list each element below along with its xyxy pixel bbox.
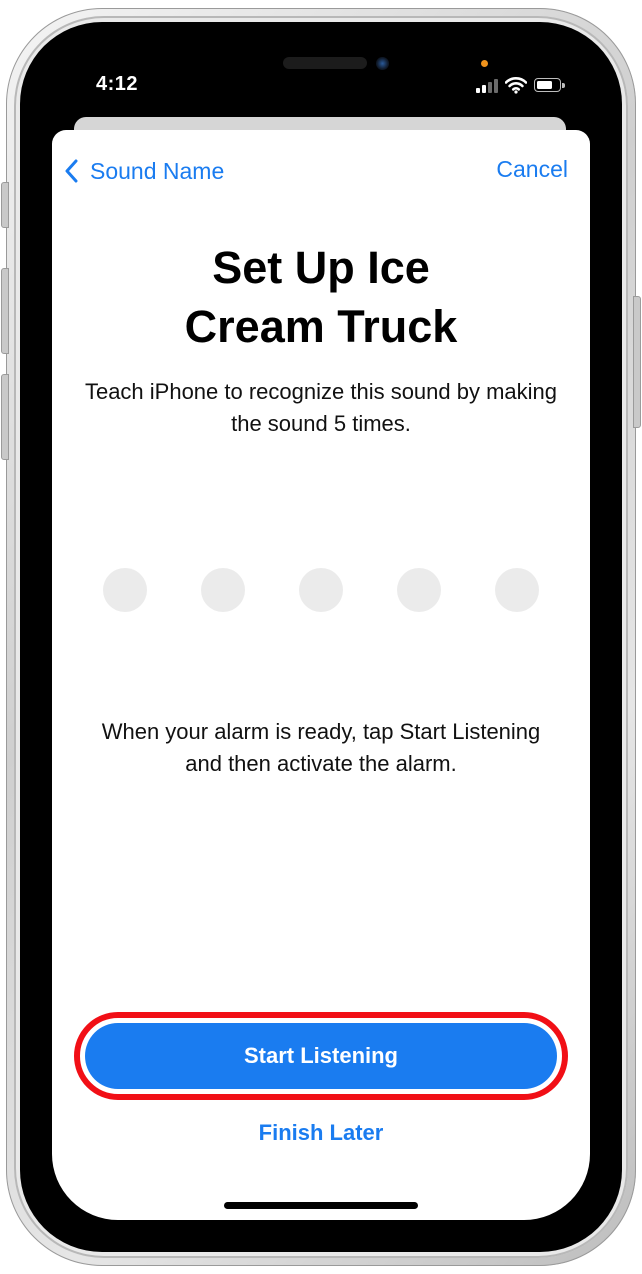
sample-dot-5 bbox=[495, 568, 539, 612]
back-button[interactable]: Sound Name bbox=[64, 156, 224, 186]
sample-dot-2 bbox=[201, 568, 245, 612]
wifi-icon bbox=[505, 77, 527, 94]
volume-up-button bbox=[1, 268, 9, 354]
page-title: Set Up Ice Cream Truck bbox=[52, 238, 590, 356]
instruction-text: When your alarm is ready, tap Start List… bbox=[101, 719, 541, 776]
sample-dot-4 bbox=[397, 568, 441, 612]
sample-progress-indicator bbox=[103, 568, 539, 612]
start-listening-button[interactable]: Start Listening bbox=[85, 1023, 557, 1089]
status-time: 4:12 bbox=[96, 73, 139, 95]
sample-dot-3 bbox=[299, 568, 343, 612]
earpiece-speaker bbox=[283, 57, 367, 69]
back-button-label: Sound Name bbox=[90, 157, 225, 184]
cancel-button[interactable]: Cancel bbox=[496, 156, 568, 183]
battery-icon bbox=[534, 78, 565, 92]
microphone-in-use-indicator bbox=[481, 60, 488, 67]
finish-later-button[interactable]: Finish Later bbox=[52, 1120, 590, 1146]
side-power-button bbox=[633, 296, 641, 428]
chevron-left-icon bbox=[65, 159, 78, 183]
home-indicator[interactable] bbox=[224, 1202, 418, 1209]
front-camera bbox=[376, 57, 389, 70]
silent-switch bbox=[1, 182, 9, 228]
cellular-signal-icon bbox=[476, 79, 498, 93]
page-title-line-1: Set Up Ice bbox=[212, 242, 430, 293]
page-title-line-2: Cream Truck bbox=[184, 301, 458, 352]
page-subtitle: Teach iPhone to recognize this sound by … bbox=[84, 379, 558, 436]
sound-setup-sheet: Sound Name Cancel Set Up Ice Cream Truck… bbox=[52, 130, 590, 1220]
volume-down-button bbox=[1, 374, 9, 460]
sample-dot-1 bbox=[103, 568, 147, 612]
